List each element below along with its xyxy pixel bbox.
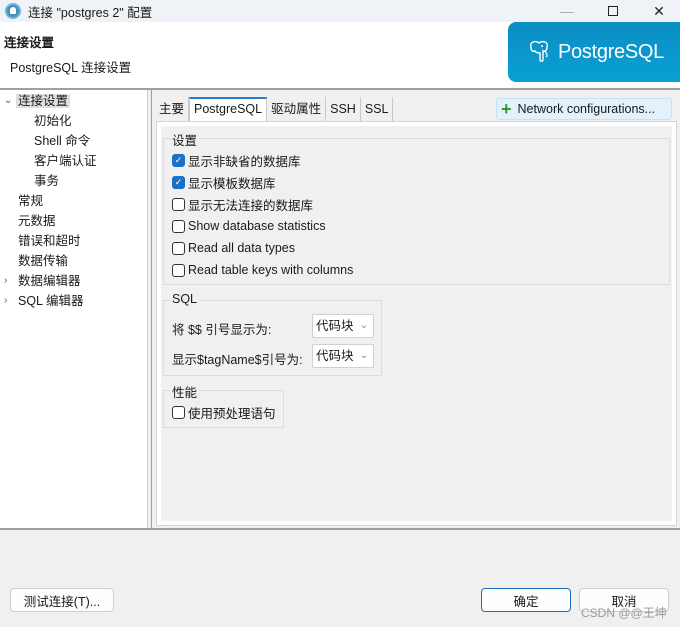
network-configurations-button[interactable]: + Network configurations... <box>496 98 672 120</box>
minimize-icon: — <box>560 3 574 19</box>
tree-item-general[interactable]: 常规 <box>18 192 43 210</box>
checkbox-show-template-db[interactable]: ✓ 显示模板数据库 <box>172 174 276 191</box>
watermark: CSDN @@王坤 <box>581 606 667 620</box>
plus-icon: + <box>501 99 512 119</box>
checkbox-unchecked-icon[interactable] <box>172 241 185 255</box>
tab-main[interactable]: 主要 <box>155 97 190 121</box>
network-configurations-label: Network configurations... <box>517 102 656 116</box>
test-connection-button[interactable]: 测试连接(T)... <box>10 588 114 612</box>
performance-group: 性能 使用预处理语句 <box>163 382 284 428</box>
splitter-handle[interactable] <box>148 90 152 528</box>
checkbox-unchecked-icon[interactable] <box>172 263 185 277</box>
tab-driver-properties[interactable]: 驱动属性 <box>267 97 327 121</box>
title-bar: 连接 "postgres 2" 配置 — ✕ <box>0 0 680 22</box>
tab-bar: 主要 PostgreSQL 驱动属性 SSH SSL <box>155 97 394 121</box>
header-subtitle: PostgreSQL 连接设置 <box>10 61 132 75</box>
chevron-right-icon[interactable]: › <box>4 272 14 290</box>
tree-item-data-transfer[interactable]: 数据传输 <box>18 252 68 270</box>
tree-item-label: SQL 编辑器 <box>18 294 84 308</box>
chevron-down-icon: ⌄ <box>359 350 368 361</box>
chevron-right-icon[interactable]: › <box>4 292 14 310</box>
checkbox-label: Read table keys with columns <box>188 263 354 277</box>
tab-ssh[interactable]: SSH <box>326 97 361 121</box>
dialog-header: 连接设置 PostgreSQL 连接设置 PostgreSQL <box>0 22 680 88</box>
checkbox-label: Show database statistics <box>188 219 326 233</box>
select-value: 代码块 <box>316 319 354 333</box>
chevron-down-icon: ⌄ <box>359 320 368 331</box>
tree-item-connection-settings[interactable]: ⌄ 连接设置 <box>0 92 71 110</box>
settings-group-title: 设置 <box>170 130 200 149</box>
performance-group-title: 性能 <box>170 382 200 401</box>
checkbox-label: 显示模板数据库 <box>188 176 276 191</box>
sql-group-title: SQL <box>170 292 200 306</box>
checkbox-show-db-statistics[interactable]: Show database statistics <box>172 218 326 234</box>
separator <box>0 528 680 530</box>
tree-item-data-editor[interactable]: › 数据编辑器 <box>0 272 81 290</box>
dollar-quote-label: 将 $$ 引号显示为: <box>172 323 272 337</box>
checkbox-use-prepared-statements[interactable]: 使用预处理语句 <box>172 404 276 421</box>
checkbox-unchecked-icon[interactable] <box>172 219 185 233</box>
checkbox-show-unavailable-db[interactable]: 显示无法连接的数据库 <box>172 196 314 213</box>
tree-item-client-auth[interactable]: 客户端认证 <box>34 152 97 170</box>
chevron-down-icon[interactable]: ⌄ <box>4 92 14 110</box>
checkbox-checked-icon[interactable]: ✓ <box>172 175 185 189</box>
checkbox-unchecked-icon[interactable] <box>172 405 185 419</box>
tree-item-shell-commands[interactable]: Shell 命令 <box>34 132 90 150</box>
tree-item-label: 数据编辑器 <box>18 274 81 288</box>
checkbox-label: 显示非缺省的数据库 <box>188 154 301 169</box>
window-title: 连接 "postgres 2" 配置 <box>28 5 153 20</box>
checkbox-label: 显示无法连接的数据库 <box>188 198 314 213</box>
maximize-button[interactable] <box>590 0 636 22</box>
close-button[interactable]: ✕ <box>636 0 680 22</box>
sql-group: SQL 将 $$ 引号显示为: 代码块 ⌄ 显示$tagName$引号为: 代码… <box>163 292 382 376</box>
postgresql-logo: PostgreSQL <box>508 22 680 82</box>
select-value: 代码块 <box>316 349 354 363</box>
tab-postgresql[interactable]: PostgreSQL <box>189 97 268 121</box>
dollar-quote-select[interactable]: 代码块 ⌄ <box>312 314 374 338</box>
settings-tree: ⌄ 连接设置 初始化 Shell 命令 客户端认证 事务 常规 元数据 错误和超… <box>0 90 148 528</box>
tree-item-init[interactable]: 初始化 <box>34 112 72 130</box>
app-icon <box>5 3 21 19</box>
checkbox-read-table-keys[interactable]: Read table keys with columns <box>172 262 353 278</box>
checkbox-show-non-default-db[interactable]: ✓ 显示非缺省的数据库 <box>172 152 301 169</box>
logo-text: PostgreSQL <box>558 40 664 63</box>
tagname-quote-label: 显示$tagName$引号为: <box>172 353 303 367</box>
maximize-icon <box>608 6 618 16</box>
tree-item-label: 连接设置 <box>16 94 71 108</box>
checkbox-unchecked-icon[interactable] <box>172 197 185 211</box>
elephant-icon <box>529 40 549 62</box>
ok-button[interactable]: 确定 <box>481 588 571 612</box>
checkbox-read-all-data-types[interactable]: Read all data types <box>172 240 295 256</box>
tree-item-errors-timeouts[interactable]: 错误和超时 <box>18 232 81 250</box>
checkbox-label: Read all data types <box>188 241 296 255</box>
tab-panel: 设置 ✓ 显示非缺省的数据库 ✓ 显示模板数据库 显示无法连接的数据库 Show… <box>156 121 677 526</box>
tree-item-sql-editor[interactable]: › SQL 编辑器 <box>0 292 84 310</box>
close-icon: ✕ <box>653 2 665 19</box>
checkbox-label: 使用预处理语句 <box>188 406 276 421</box>
tree-item-transactions[interactable]: 事务 <box>34 172 59 190</box>
settings-group: 设置 ✓ 显示非缺省的数据库 ✓ 显示模板数据库 显示无法连接的数据库 Show… <box>163 130 670 285</box>
minimize-button[interactable]: — <box>544 0 590 22</box>
header-title: 连接设置 <box>4 36 55 50</box>
tree-item-metadata[interactable]: 元数据 <box>18 212 56 230</box>
tagname-quote-select[interactable]: 代码块 ⌄ <box>312 344 374 368</box>
tab-content: 设置 ✓ 显示非缺省的数据库 ✓ 显示模板数据库 显示无法连接的数据库 Show… <box>161 126 672 521</box>
checkbox-checked-icon[interactable]: ✓ <box>172 153 185 167</box>
tab-ssl[interactable]: SSL <box>360 97 394 121</box>
